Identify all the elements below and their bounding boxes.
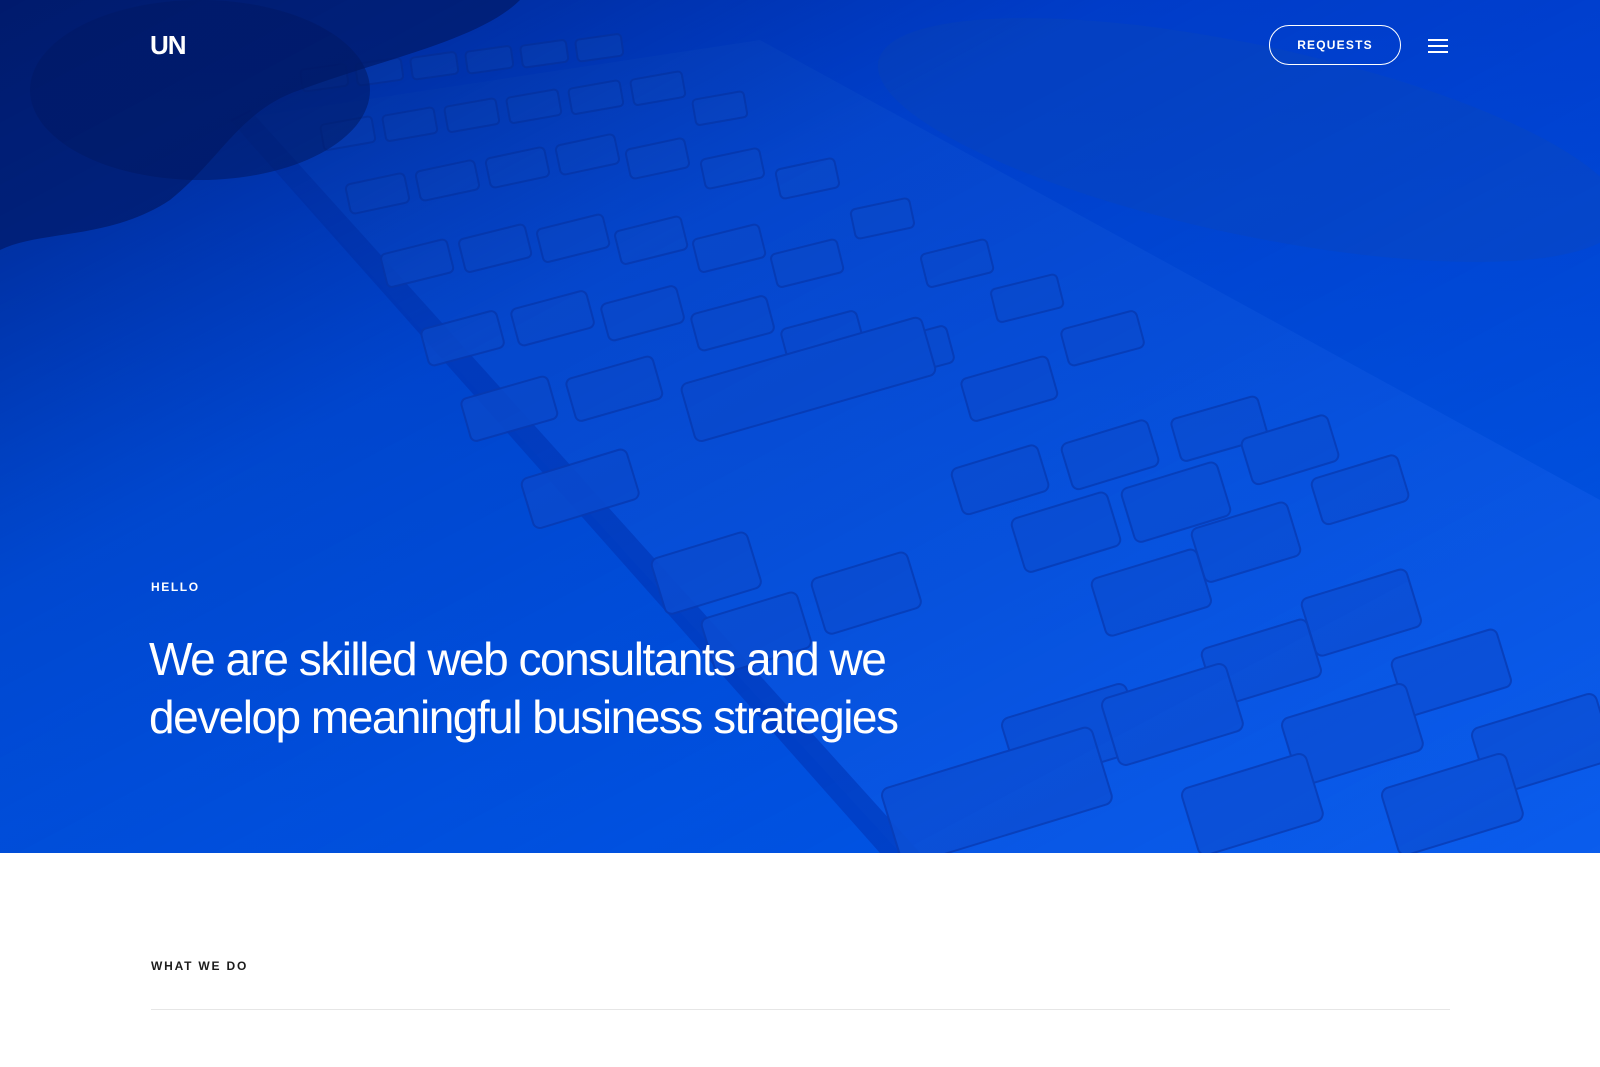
section-divider [151, 1009, 1450, 1010]
hero-headline-line-2: develop meaningful business strategies [149, 691, 899, 743]
hero-eyebrow: HELLO [151, 580, 200, 594]
hero-section: UN REQUESTS HELLO We are skilled web con… [0, 0, 1600, 853]
menu-bar-top [1428, 39, 1448, 41]
what-we-do-label: WHAT WE DO [151, 959, 249, 973]
menu-bar-middle [1428, 45, 1448, 47]
menu-bar-bottom [1428, 51, 1448, 53]
hero-headline: We are skilled web consultants and we de… [149, 630, 949, 746]
hamburger-menu-icon[interactable] [1428, 37, 1450, 55]
site-logo[interactable]: UN [150, 30, 187, 60]
requests-button[interactable]: REQUESTS [1269, 25, 1401, 65]
hero-headline-line-1: We are skilled web consultants and we [149, 633, 887, 685]
